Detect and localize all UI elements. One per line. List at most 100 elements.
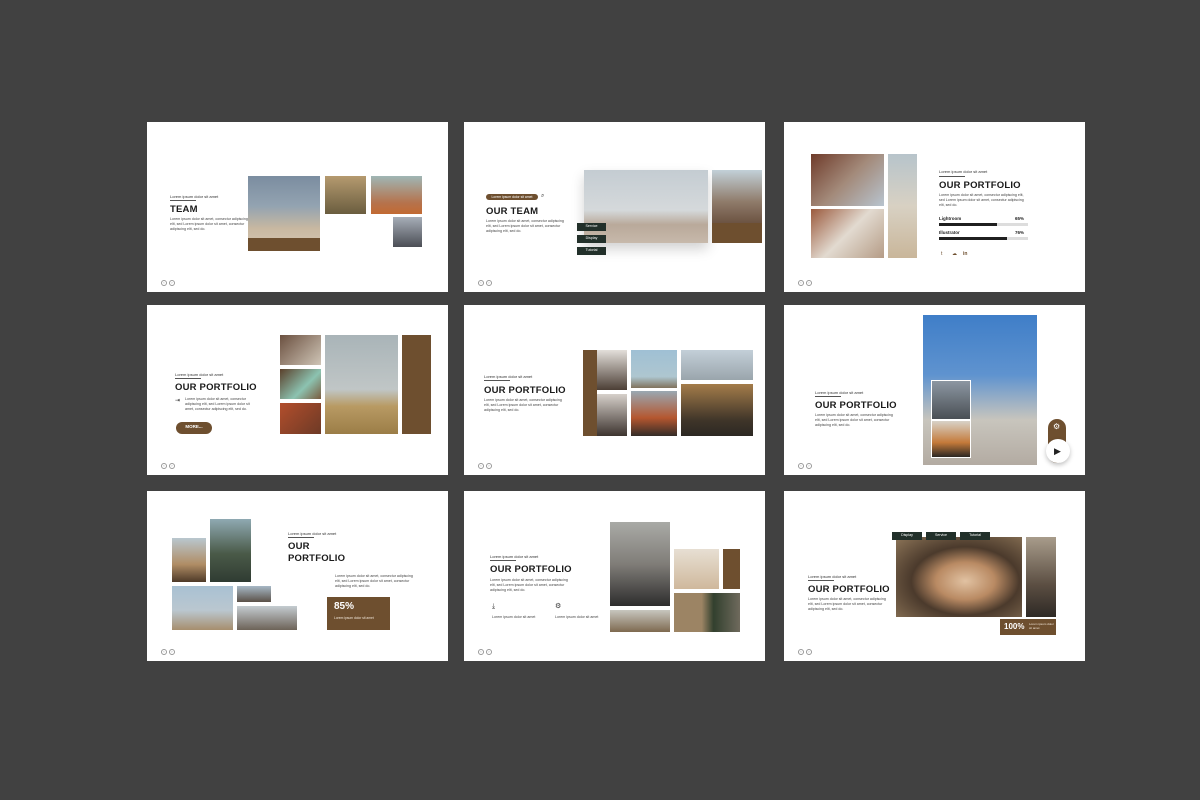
- photo-portfolio-1: [280, 335, 321, 365]
- next-icon[interactable]: ›: [806, 280, 812, 286]
- slide-body: Lorem ipsum dolor sit amet, consectur ad…: [486, 219, 564, 234]
- slide-1-team[interactable]: Lorem ipsum dolor sit amet TEAM Lorem ip…: [147, 122, 448, 292]
- stat-caption: Lorem ipsum dolor sit amet: [334, 616, 374, 620]
- photo-man-rock: [172, 586, 233, 630]
- cogs-icon[interactable]: ⚙: [555, 603, 561, 610]
- slide-8-portfolio-icons[interactable]: Lorem ipsum dolor sit amet OUR PORTFOLIO…: [464, 491, 765, 661]
- slide-title: OUR TEAM: [486, 206, 539, 217]
- prev-icon[interactable]: ‹: [798, 280, 804, 286]
- slide-body: Lorem ipsum dolor sit amet, consectur ad…: [815, 413, 893, 428]
- brown-accent-column: [402, 335, 431, 434]
- slide-title: OUR PORTFOLIO: [815, 400, 897, 411]
- slide-9-portfolio-portrait[interactable]: Lorem ipsum dolor sit amet OUR PORTFOLIO…: [784, 491, 1085, 661]
- next-icon[interactable]: ›: [806, 649, 812, 655]
- twitter-icon[interactable]: t: [941, 251, 942, 257]
- skill-bar-fill: [939, 237, 1007, 240]
- kicker-rule: [288, 537, 314, 538]
- next-icon[interactable]: ›: [486, 463, 492, 469]
- next-icon[interactable]: ›: [486, 649, 492, 655]
- tag-service[interactable]: Service: [577, 223, 606, 231]
- next-icon[interactable]: ›: [169, 280, 175, 286]
- prev-icon[interactable]: ‹: [161, 649, 167, 655]
- slide-nav[interactable]: ‹ ›: [798, 649, 812, 655]
- photo-man-bag: [610, 522, 670, 606]
- photo-group-three: [631, 391, 677, 436]
- photo-man-portrait: [681, 384, 753, 436]
- feature-text-1: Lorem ipsum dolor sit amet: [492, 615, 536, 619]
- prev-icon[interactable]: ‹: [798, 649, 804, 655]
- slide-nav[interactable]: ‹ ›: [161, 649, 175, 655]
- slide-6-portfolio-feature[interactable]: Lorem ipsum dolor sit amet OUR PORTFOLIO…: [784, 305, 1085, 475]
- photo-portfolio-2: [280, 369, 321, 399]
- tag-display[interactable]: Display: [577, 235, 606, 243]
- slide-nav[interactable]: ‹ ›: [798, 463, 812, 469]
- prev-icon[interactable]: ‹: [161, 463, 167, 469]
- prev-icon[interactable]: ‹: [161, 280, 167, 286]
- stat-value: 85%: [334, 601, 355, 612]
- photo-small-2: [237, 606, 297, 630]
- linkedin-icon[interactable]: in: [963, 251, 967, 257]
- photo-two-women: [712, 170, 762, 223]
- slide-nav[interactable]: ‹ ›: [161, 463, 175, 469]
- tag-display[interactable]: Display: [892, 532, 922, 540]
- slide-3-portfolio-skills[interactable]: Lorem ipsum dolor sit amet OUR PORTFOLIO…: [784, 122, 1085, 292]
- slide-kicker: Lorem ipsum dolor sit amet: [815, 390, 864, 395]
- slide-nav[interactable]: ‹ ›: [478, 280, 492, 286]
- gear-icon[interactable]: ⚙: [1053, 423, 1060, 431]
- brown-accent-block: [723, 549, 740, 589]
- prev-icon[interactable]: ‹: [478, 649, 484, 655]
- tag-service[interactable]: Service: [926, 532, 956, 540]
- slide-kicker: Lorem ipsum dolor sit amet: [175, 372, 224, 377]
- next-icon[interactable]: ›: [169, 649, 175, 655]
- tag-tutorial[interactable]: Tutorial: [577, 247, 606, 255]
- next-icon[interactable]: ›: [486, 280, 492, 286]
- tag-tutorial[interactable]: Tutorial: [960, 532, 990, 540]
- slide-kicker: Lorem ipsum dolor sit amet: [808, 574, 857, 579]
- photo-glasses-2: [597, 394, 627, 436]
- photo-man-smiling: [896, 537, 1022, 617]
- play-button[interactable]: ▶: [1046, 439, 1070, 463]
- slide-nav[interactable]: ‹ ›: [161, 280, 175, 286]
- photo-man-lying: [610, 610, 670, 632]
- photo-portfolio-3: [280, 403, 321, 434]
- photo-side-man: [1026, 537, 1056, 617]
- slide-4-portfolio-more[interactable]: Lorem ipsum dolor sit amet OUR PORTFOLIO…: [147, 305, 448, 475]
- skill-bar-lightroom: [939, 223, 1028, 226]
- slide-title: OUR PORTFOLIO: [175, 382, 257, 393]
- slide-nav[interactable]: ‹ ›: [478, 649, 492, 655]
- prev-icon[interactable]: ‹: [478, 463, 484, 469]
- brown-accent-block: [248, 238, 320, 251]
- next-icon[interactable]: ›: [806, 463, 812, 469]
- photo-man-dark: [393, 217, 422, 247]
- cloud-icon[interactable]: ☁: [952, 251, 957, 257]
- kicker-rule: [490, 560, 516, 561]
- slide-7-portfolio-stat[interactable]: Lorem ipsum dolor sit amet OUR PORTFOLIO…: [147, 491, 448, 661]
- stat-value: 100%: [1004, 622, 1025, 631]
- download-icon[interactable]: ⤓: [492, 603, 495, 610]
- login-icon: ⇥: [175, 398, 181, 404]
- slide-body: Lorem ipsum dolor sit amet, consectur ad…: [185, 397, 250, 412]
- slide-kicker: Lorem ipsum dolor sit amet: [484, 374, 533, 379]
- slide-title-line2: PORTFOLIO: [288, 553, 346, 564]
- slide-5-portfolio-grid[interactable]: Lorem ipsum dolor sit amet OUR PORTFOLIO…: [464, 305, 765, 475]
- more-button[interactable]: MORE...: [176, 422, 212, 434]
- slide-title: TEAM: [170, 204, 198, 215]
- next-icon[interactable]: ›: [169, 463, 175, 469]
- prev-icon[interactable]: ‹: [798, 463, 804, 469]
- photo-woman-sky: [584, 170, 708, 243]
- slide-2-our-team[interactable]: Lorem ipsum dolor sit amet ⌕ OUR TEAM Lo…: [464, 122, 765, 292]
- prev-icon[interactable]: ‹: [478, 280, 484, 286]
- slide-body: Lorem ipsum dolor sit amet, consectur ad…: [335, 574, 413, 589]
- skill-value-lightroom: 65%: [1015, 216, 1025, 221]
- slide-title: OUR PORTFOLIO: [484, 385, 566, 396]
- photo-man-green: [210, 519, 251, 582]
- slide-title: OUR PORTFOLIO: [808, 584, 890, 595]
- brown-accent-block: [712, 223, 762, 243]
- slide-nav[interactable]: ‹ ›: [478, 463, 492, 469]
- search-icon[interactable]: ⌕: [541, 193, 544, 199]
- slide-body: Lorem ipsum dolor sit amet, consectur ad…: [490, 578, 568, 593]
- photo-woman-light: [811, 209, 884, 258]
- slide-nav[interactable]: ‹ ›: [798, 280, 812, 286]
- kicker-pill: Lorem ipsum dolor sit amet: [486, 194, 538, 200]
- photo-men-tall: [888, 154, 917, 258]
